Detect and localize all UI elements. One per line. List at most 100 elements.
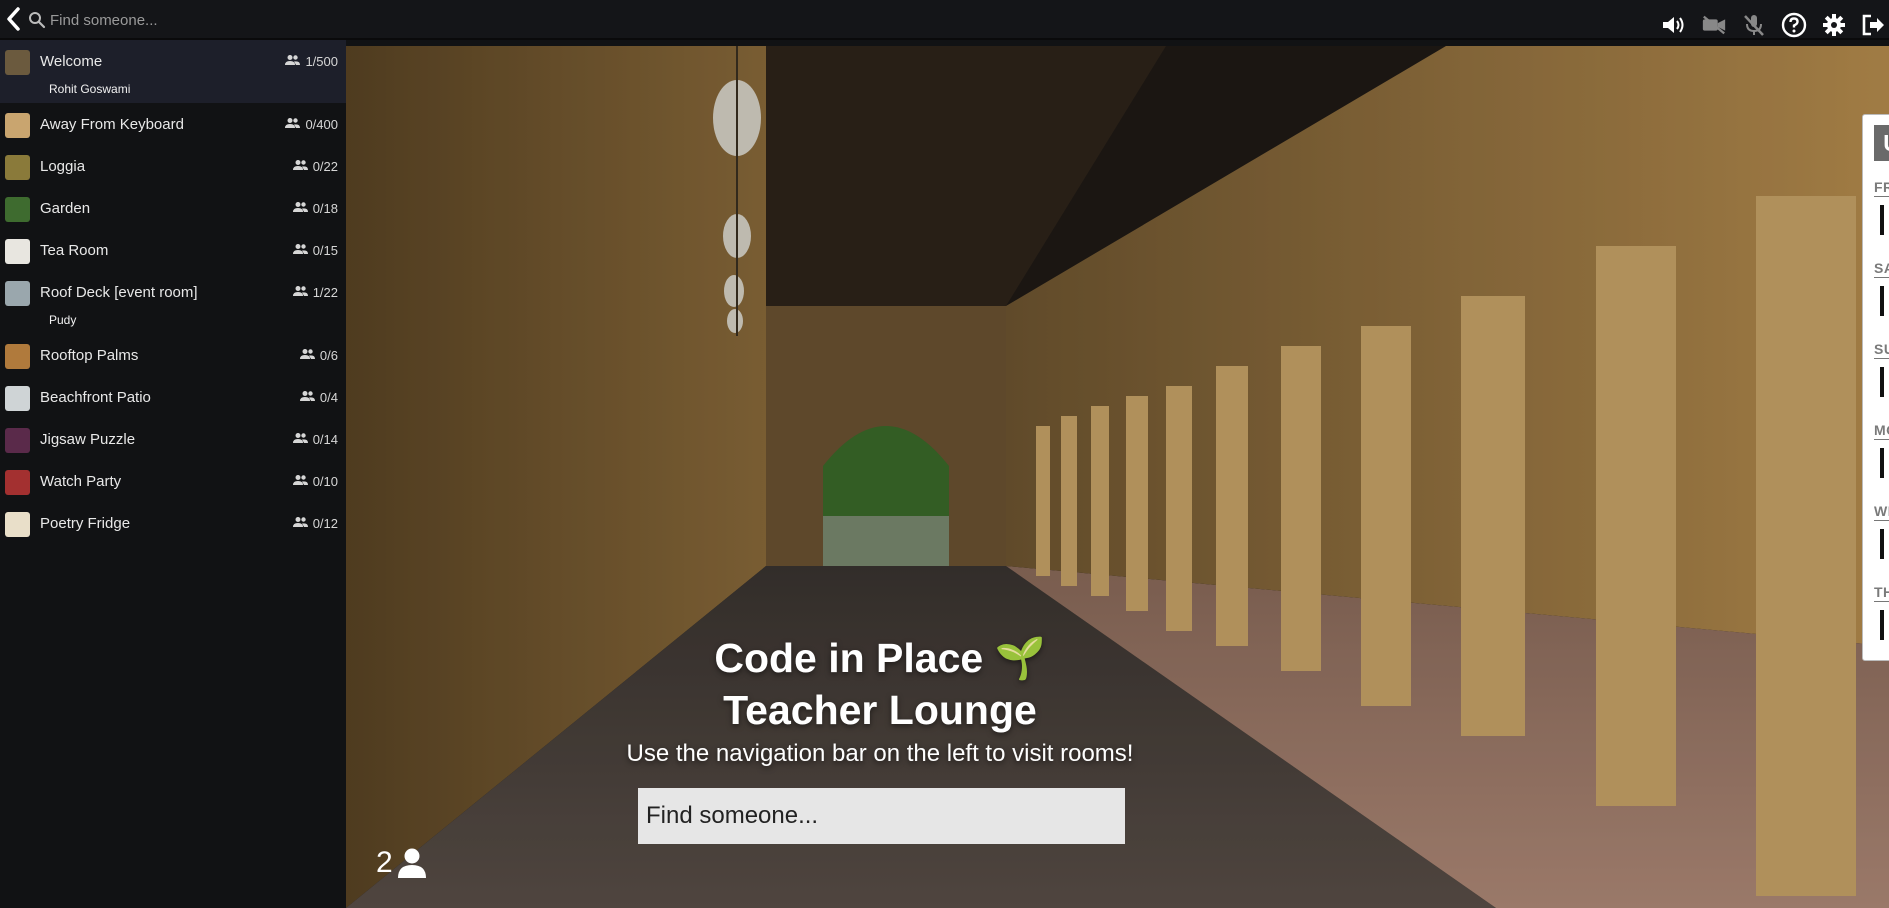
room-item[interactable]: Poetry Fridge 0/12 [0,502,346,544]
people-icon [299,390,315,405]
event-bar [1880,448,1884,478]
back-arrow-icon[interactable] [4,6,24,32]
room-item[interactable]: Tea Room 0/15 [0,229,346,271]
gear-icon[interactable] [1821,12,1847,38]
room-item[interactable]: Away From Keyboard 0/400 [0,103,346,145]
room-occupant[interactable]: Pudy [0,313,346,334]
online-count[interactable]: 2 [376,846,427,880]
room-count: 0/12 [312,516,338,531]
event-item[interactable]: MONDAY, MAY 24Teacher Hangout Hour10 pm1… [1874,422,1889,503]
room-item[interactable]: Rooftop Palms 0/6 [0,334,346,376]
top-search-input[interactable] [50,11,310,29]
room-block: Roof Deck [event room] 1/22 Pudy [0,271,346,334]
room-count: 0/15 [312,243,338,258]
title-line-1: Code in Place 🌱 [714,635,1046,681]
room-occupancy: 0/10 [292,474,338,489]
room-block: Away From Keyboard 0/400 [0,103,346,145]
room-count: 0/18 [312,201,338,216]
top-search [28,6,328,34]
room-occupant[interactable]: Rohit Goswami [0,82,346,103]
room-count: 0/10 [312,474,338,489]
room-thumbnail [5,113,30,138]
event-bar [1880,529,1884,559]
mic-off-icon[interactable] [1741,12,1767,38]
room-occupancy: 0/14 [292,432,338,447]
room-occupancy: 0/22 [292,159,338,174]
room-occupancy: 0/15 [292,243,338,258]
people-icon [292,516,308,531]
room-thumbnail [5,50,30,75]
exit-icon[interactable] [1861,12,1887,38]
people-icon [285,54,301,69]
event-day: MONDAY, MAY 24 [1874,422,1889,440]
people-icon [292,201,308,216]
room-name: Rooftop Palms [40,346,139,364]
room-item[interactable]: Jigsaw Puzzle 0/14 [0,418,346,460]
room-thumbnail [5,197,30,222]
room-block: Tea Room 0/15 [0,229,346,271]
room-name: Welcome [40,52,103,70]
room-thumbnail [5,344,30,369]
event-item[interactable]: SUNDAY, MAY 23Teacher Hangout Hour6 pm7 … [1874,341,1889,422]
event-item[interactable]: THURSDAY, MAY 27Teacher Hangout Hour6 am… [1874,584,1889,665]
lounge-title: Code in Place 🌱 Teacher Lounge [346,632,1414,736]
room-count: 1/22 [312,285,338,300]
event-bar [1880,205,1884,235]
room-block: Poetry Fridge 0/12 [0,502,346,544]
speaker-icon[interactable] [1661,12,1687,38]
event-list: FRIDAY, MAY 21Teacher Hangout Hour10 am1… [1874,179,1889,665]
room-thumbnail [5,512,30,537]
room-name: Watch Party [40,472,122,490]
event-bar [1880,367,1884,397]
room-item[interactable]: Watch Party 0/10 [0,460,346,502]
find-someone-input[interactable] [638,788,1125,844]
room-name: Beachfront Patio [40,388,151,406]
room-thumbnail [5,239,30,264]
room-occupancy: 0/4 [299,390,338,405]
camera-off-icon[interactable] [1701,12,1727,38]
event-item[interactable]: SATURDAY, MAY 22Teacher Hangout Hour2 pm… [1874,260,1889,341]
event-day: FRIDAY, MAY 21 [1874,179,1889,197]
search-icon [28,11,46,29]
room-block: Loggia 0/22 [0,145,346,187]
room-thumbnail [5,155,30,180]
room-item[interactable]: Loggia 0/22 [0,145,346,187]
room-name: Jigsaw Puzzle [40,430,136,448]
room-name: Garden [40,199,91,217]
room-occupancy: 0/6 [299,348,338,363]
top-bar [0,0,1889,40]
people-icon [299,348,315,363]
help-icon[interactable] [1781,12,1807,38]
event-item[interactable]: WEDNESDAY, MAY 26Teacher Hangout Hour2 a… [1874,503,1889,584]
people-icon [292,285,308,300]
lounge-subtitle: Use the navigation bar on the left to vi… [626,740,1134,767]
event-day: SUNDAY, MAY 23 [1874,341,1889,359]
lounge-background: Code in Place 🌱 Teacher Lounge Use the n… [346,46,1889,908]
room-occupancy: 1/500 [285,54,338,69]
room-count: 0/22 [312,159,338,174]
room-occupancy: 1/22 [292,285,338,300]
room-item[interactable]: Welcome 1/500 [0,40,346,82]
room-thumbnail [5,470,30,495]
room-count: 0/14 [312,432,338,447]
room-item[interactable]: Roof Deck [event room] 1/22 [0,271,346,313]
arcade-photo [346,46,1889,908]
event-bar [1880,610,1884,640]
room-count: 0/6 [319,348,338,363]
room-occupancy: 0/400 [285,117,338,132]
room-block: Welcome 1/500 Rohit Goswami [0,40,346,103]
toolbar-icons [1661,10,1889,40]
room-item[interactable]: Garden 0/18 [0,187,346,229]
event-item[interactable]: FRIDAY, MAY 21Teacher Hangout Hour10 am1… [1874,179,1889,260]
upcoming-events-panel: Upcoming in Teacher Lounge FRIDAY, MAY 2… [1862,114,1889,661]
people-icon [292,474,308,489]
room-occupancy: 0/12 [292,516,338,531]
room-name: Loggia [40,157,86,175]
room-count: 1/500 [305,54,338,69]
title-line-2: Teacher Lounge [723,687,1037,733]
event-bar [1880,286,1884,316]
room-count: 0/4 [319,390,338,405]
people-icon [292,432,308,447]
room-name: Roof Deck [event room] [40,283,198,301]
room-item[interactable]: Beachfront Patio 0/4 [0,376,346,418]
